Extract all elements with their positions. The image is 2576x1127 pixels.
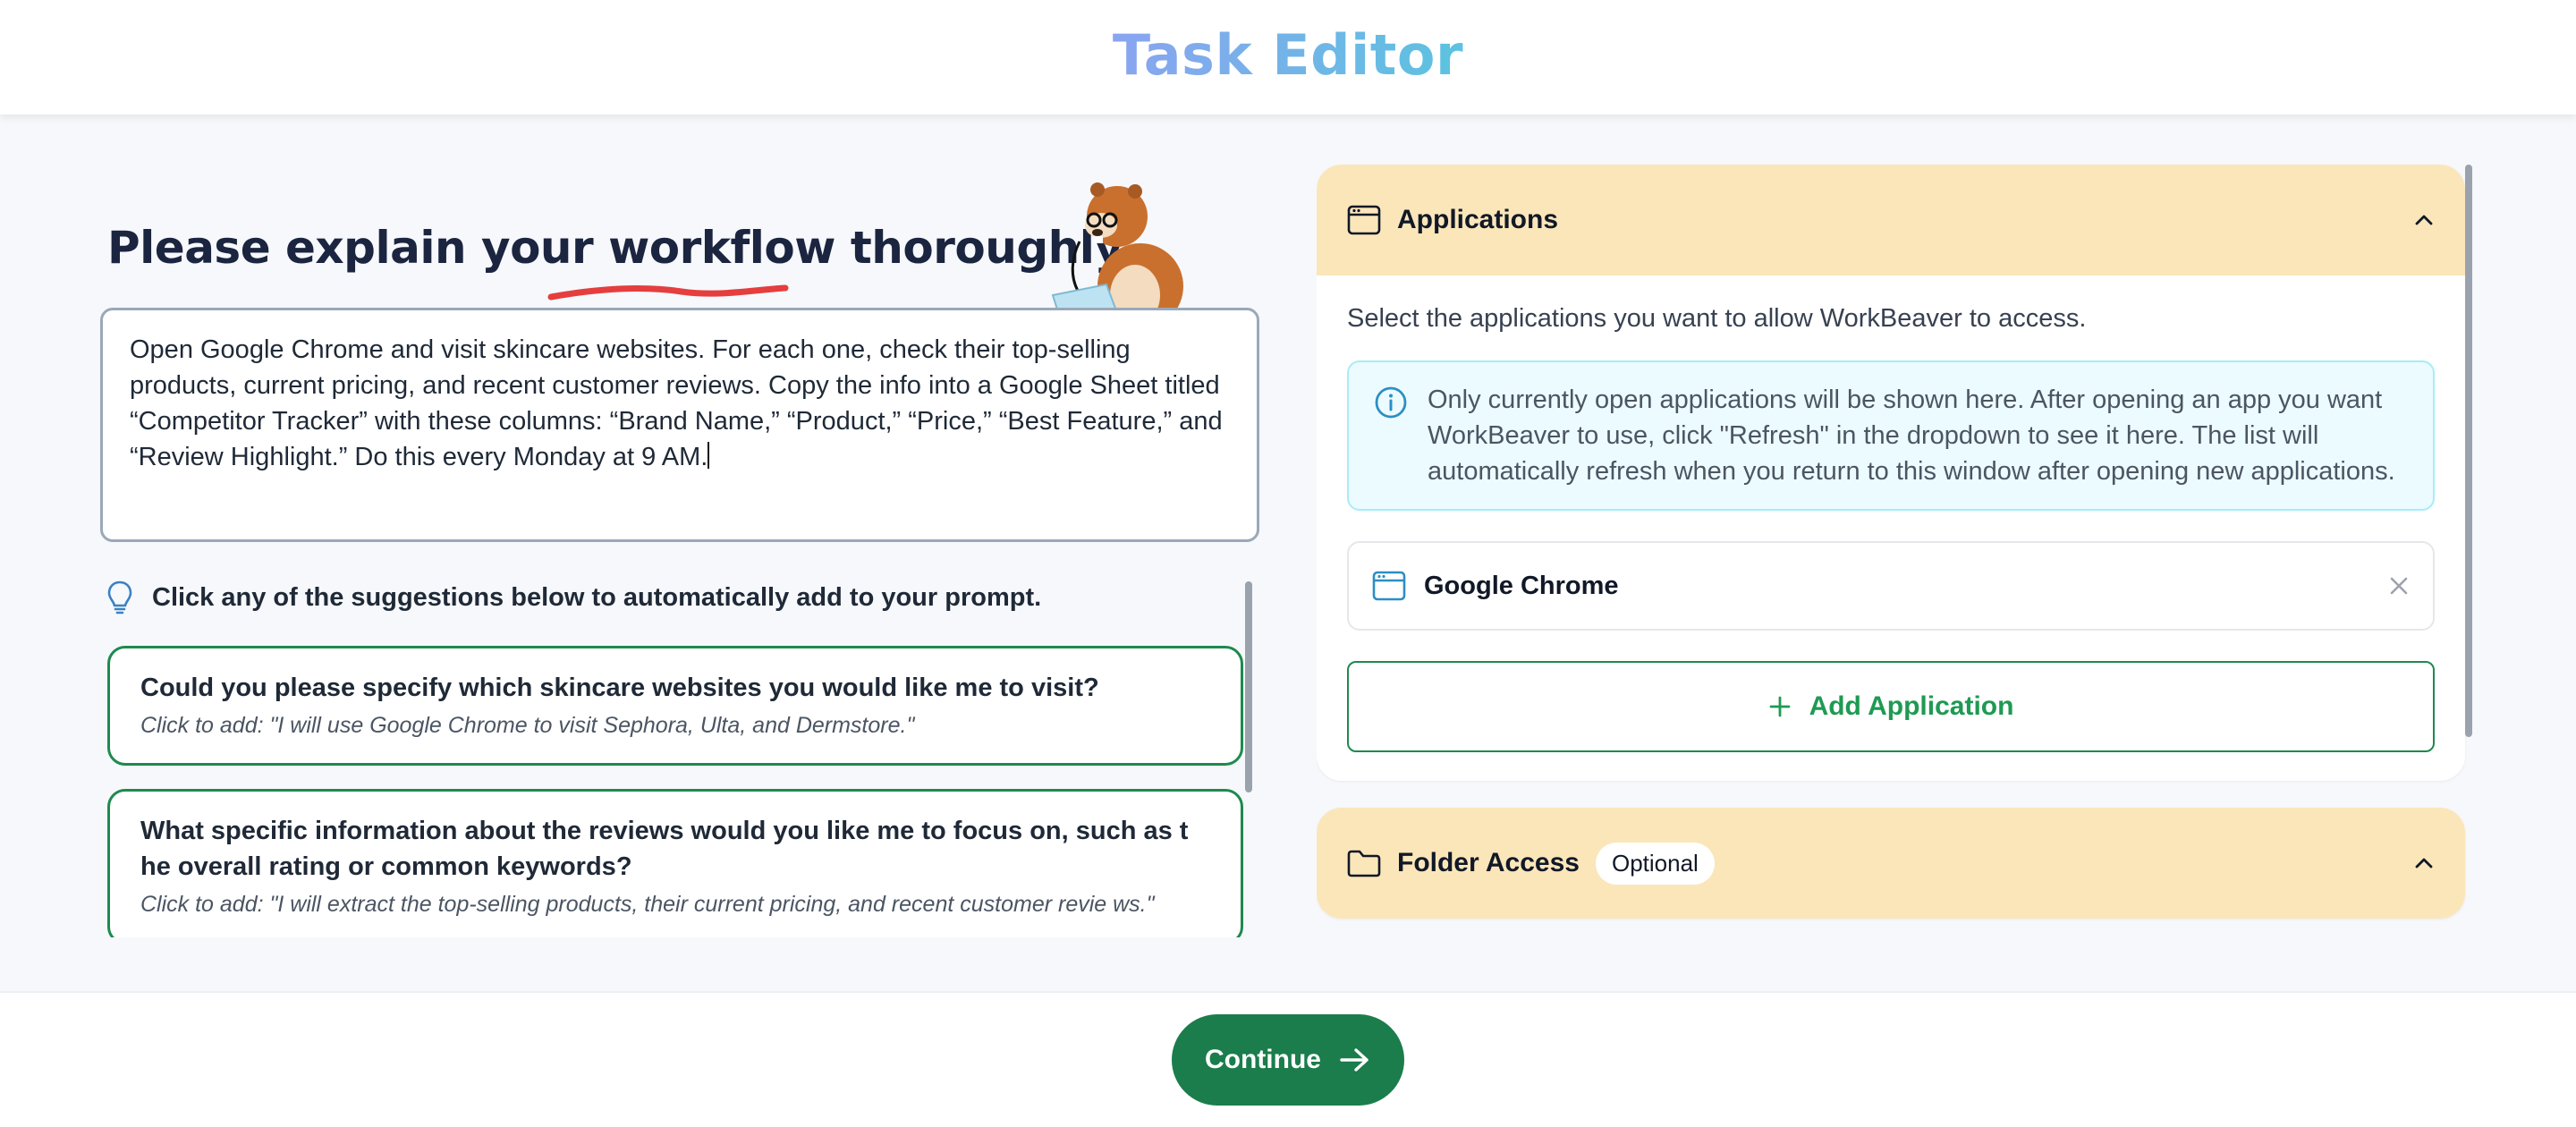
plus-icon xyxy=(1769,696,1790,717)
footer: Continue xyxy=(0,991,2576,1127)
suggestion-list: Could you please specify which skincare … xyxy=(107,646,1254,937)
applications-header[interactable]: Applications xyxy=(1317,165,2465,275)
application-name: Google Chrome xyxy=(1424,571,1619,600)
suggestion-card[interactable]: Could you please specify which skincare … xyxy=(107,646,1243,766)
prompt-text: Open Google Chrome and visit skincare we… xyxy=(130,335,1223,471)
window-icon xyxy=(1372,571,1406,601)
arrow-right-icon xyxy=(1340,1048,1368,1072)
continue-button[interactable]: Continue xyxy=(1172,1014,1404,1106)
hint-text: Click any of the suggestions below to au… xyxy=(152,582,1042,612)
folder-access-header[interactable]: Folder Access Optional xyxy=(1317,808,2465,919)
optional-badge: Optional xyxy=(1595,842,1715,885)
suggestions-hint: Click any of the suggestions below to au… xyxy=(107,580,1041,615)
add-application-label: Add Application xyxy=(1809,691,2014,721)
chevron-up-icon[interactable] xyxy=(2413,213,2435,227)
suggestion-add-text: Click to add: "I will use Google Chrome … xyxy=(140,713,915,738)
continue-label: Continue xyxy=(1205,1045,1321,1074)
add-application-button[interactable]: Add Application xyxy=(1347,661,2435,752)
workflow-section: Please explain your workflow thoroughly … xyxy=(100,114,1263,937)
workflow-headline: Please explain your workflow thoroughly xyxy=(107,222,1123,274)
suggestion-question: Could you please specify which skincare … xyxy=(140,674,1099,702)
workflow-prompt-input[interactable]: Open Google Chrome and visit skincare we… xyxy=(100,308,1259,542)
applications-description: Select the applications you want to allo… xyxy=(1347,304,2087,333)
header: Task Editor xyxy=(0,0,2576,114)
info-text: Only currently open applications will be… xyxy=(1428,386,2395,486)
folder-access-title: Folder Access xyxy=(1397,848,1580,877)
settings-scrollbar[interactable] xyxy=(2465,165,2472,737)
folder-access-panel: Folder Access Optional xyxy=(1317,808,2465,919)
underline-squiggle xyxy=(547,284,789,301)
suggestions-scrollbar[interactable] xyxy=(1245,581,1252,792)
suggestion-question: What specific information about the revi… xyxy=(140,817,1189,881)
info-callout: Only currently open applications will be… xyxy=(1347,360,2435,511)
window-icon xyxy=(1347,205,1381,235)
suggestion-add-text: Click to add: "I will extract the top-se… xyxy=(140,892,1155,917)
remove-application-button[interactable] xyxy=(2388,575,2410,597)
close-icon xyxy=(2390,577,2408,595)
suggestion-card[interactable]: What specific information about the revi… xyxy=(107,789,1243,937)
applications-body: Select the applications you want to allo… xyxy=(1317,275,2465,781)
chevron-up-icon[interactable] xyxy=(2413,856,2435,870)
info-icon xyxy=(1375,386,1407,419)
folder-icon xyxy=(1347,850,1381,877)
application-item-google-chrome: Google Chrome xyxy=(1347,541,2435,631)
lightbulb-icon xyxy=(107,580,132,614)
page-title: Task Editor xyxy=(1112,21,1464,88)
applications-panel: Applications Select the applications you… xyxy=(1317,165,2465,781)
settings-column: Applications Select the applications you… xyxy=(1317,165,2470,943)
applications-title: Applications xyxy=(1397,205,1559,234)
